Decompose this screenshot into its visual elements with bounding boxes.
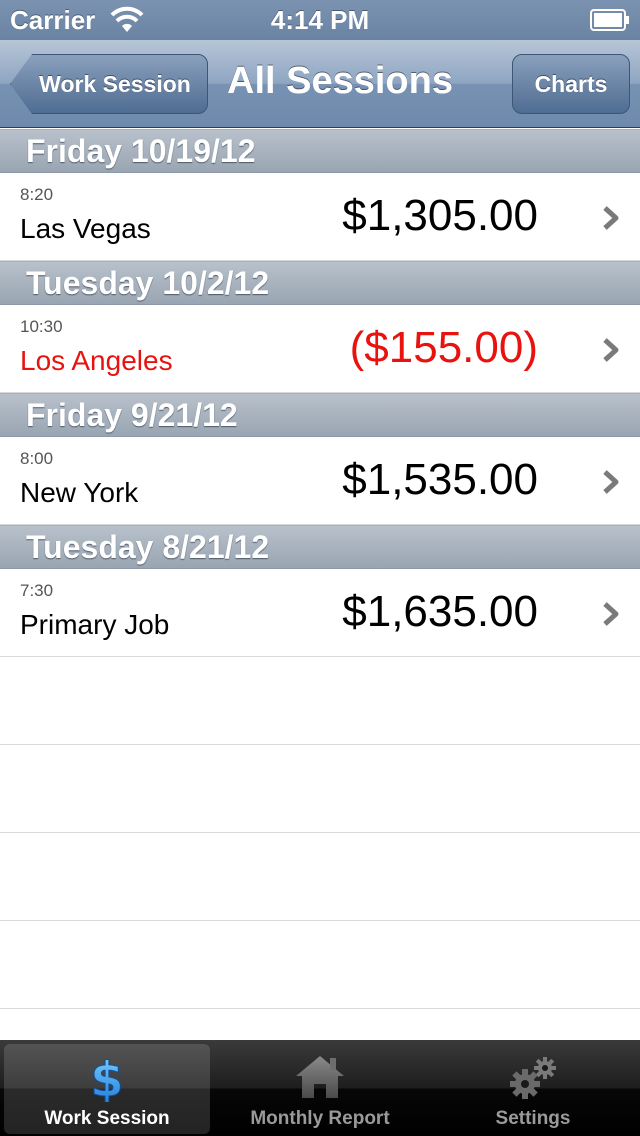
sessions-list: Friday 10/19/12 8:20 Las Vegas $1,305.00…: [0, 129, 640, 1009]
chevron-right-icon: [603, 602, 619, 626]
session-row[interactable]: 10:30 Los Angeles ($155.00): [0, 305, 640, 393]
section-header: Tuesday 10/2/12: [0, 261, 640, 305]
empty-row: [0, 833, 640, 921]
session-row[interactable]: 8:00 New York $1,535.00: [0, 437, 640, 525]
session-row[interactable]: 8:20 Las Vegas $1,305.00: [0, 173, 640, 261]
section-header: Tuesday 8/21/12: [0, 525, 640, 569]
session-time: 10:30: [20, 317, 63, 336]
house-icon: [296, 1056, 344, 1098]
tab-settings[interactable]: Settings: [430, 1044, 636, 1134]
session-time: 7:30: [20, 581, 54, 600]
empty-row: [0, 657, 640, 745]
chevron-right-icon: [603, 470, 619, 494]
gears-icon: [510, 1057, 556, 1099]
chevron-right-icon: [603, 206, 619, 230]
session-row[interactable]: 7:30 Primary Job $1,635.00: [0, 569, 640, 657]
session-amount: ($155.00): [349, 323, 538, 372]
session-location: Las Vegas: [20, 213, 151, 244]
tab-label: Work Session: [44, 1108, 170, 1129]
tab-label: Monthly Report: [250, 1108, 390, 1129]
tab-label: Settings: [495, 1108, 571, 1129]
empty-row: [0, 921, 640, 1009]
empty-row: [0, 745, 640, 833]
page-title: All Sessions: [227, 60, 453, 102]
session-time: 8:20: [20, 185, 54, 204]
charts-button[interactable]: Charts: [512, 54, 630, 114]
svg-text:$: $: [90, 1052, 123, 1102]
dollar-icon: $: [90, 1052, 124, 1102]
session-amount: $1,535.00: [342, 455, 538, 504]
navigation-bar: Work Session All Sessions Charts: [0, 40, 640, 128]
session-location: Primary Job: [20, 609, 170, 640]
session-location: New York: [20, 477, 139, 508]
session-amount: $1,635.00: [342, 587, 538, 636]
section-header: Friday 9/21/12: [0, 393, 640, 437]
chevron-right-icon: [603, 338, 619, 362]
session-location: Los Angeles: [20, 345, 173, 376]
section-header: Friday 10/19/12: [0, 129, 640, 173]
clock-time: 4:14 PM: [270, 5, 370, 35]
session-time: 8:00: [20, 449, 54, 468]
session-amount: $1,305.00: [342, 191, 538, 240]
back-button[interactable]: Work Session: [10, 54, 208, 114]
tab-monthly-report[interactable]: Monthly Report: [217, 1044, 423, 1134]
tab-work-session[interactable]: $ Work Session: [4, 1044, 210, 1134]
tab-bar: $ Work Session Monthly Report Settings: [0, 1040, 640, 1136]
battery-icon: [590, 9, 629, 31]
status-bar: Carrier 4:14 PM: [0, 0, 640, 40]
